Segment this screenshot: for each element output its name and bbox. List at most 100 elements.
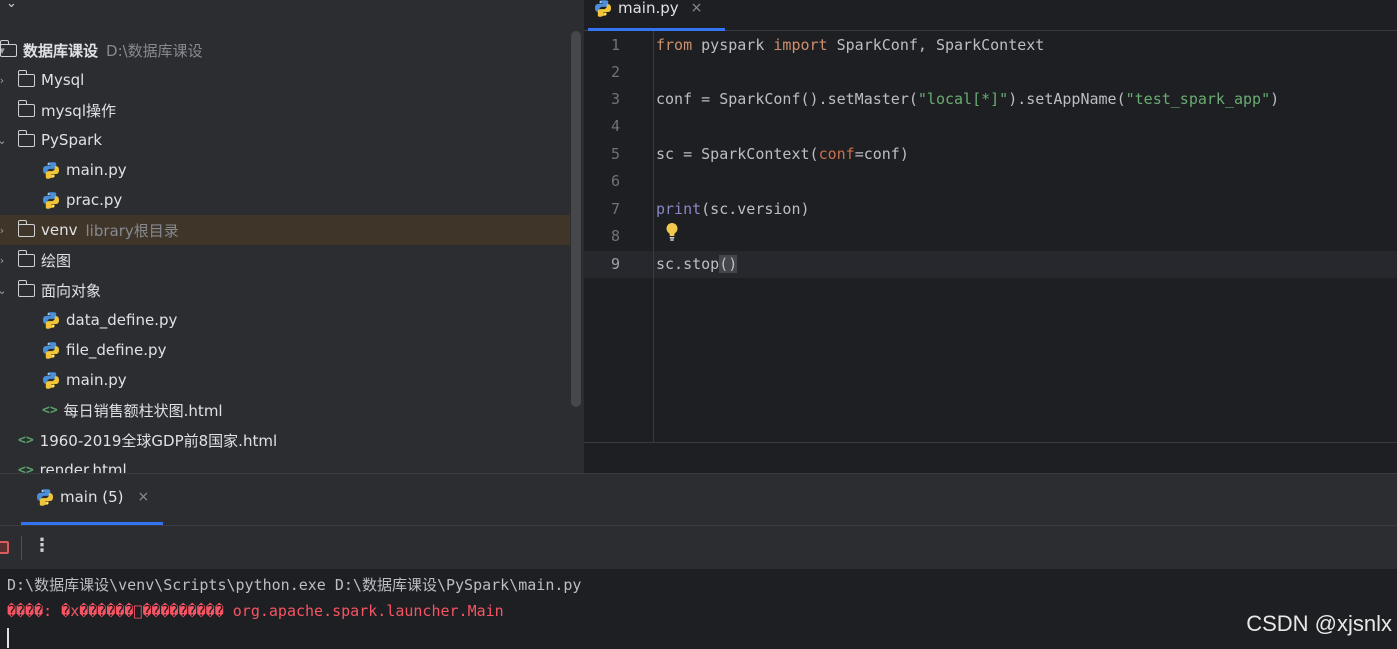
expand-arrow-icon[interactable]: › <box>0 74 7 87</box>
run-tab-main[interactable]: main (5) × <box>36 488 149 506</box>
run-tab-label: main (5) <box>60 488 124 506</box>
tree-item-label: 面向对象 <box>41 281 102 300</box>
tree-item-label: main.py <box>66 371 127 389</box>
code-text: sc = SparkContext(conf=conf) <box>656 145 909 163</box>
tree-item[interactable]: prac.py <box>0 185 570 215</box>
expand-arrow-icon[interactable]: › <box>0 254 7 267</box>
tree-item[interactable]: main.py <box>0 155 570 185</box>
python-file-icon <box>42 161 60 179</box>
tree-item-label: mysql操作 <box>41 101 116 120</box>
python-file-icon <box>42 341 60 359</box>
tree-item[interactable]: ▾ 数据库课设 D:\数据库课设 <box>0 35 570 65</box>
tree-item[interactable]: ⌄ 面向对象 <box>0 275 570 305</box>
line-number: 5 <box>610 145 620 163</box>
tree-item-label: 绘图 <box>41 251 72 270</box>
editor-footer <box>584 442 1397 474</box>
tree-item[interactable]: file_define.py <box>0 335 570 365</box>
python-run-icon <box>36 488 54 506</box>
lightbulb-icon[interactable] <box>665 222 679 242</box>
tree-item-label: 数据库课设 <box>23 41 99 60</box>
line-number: 4 <box>610 117 620 135</box>
tree-item-hint: D:\数据库课设 <box>106 41 203 60</box>
tree-item-label: main.py <box>66 161 127 179</box>
watermark: CSDN @xjsnlx <box>1246 611 1392 636</box>
run-panel: main (5) × ⋮ D:\数据库课设\venv\Scripts\pytho… <box>0 473 1397 649</box>
code-line[interactable]: 9 sc.stop() <box>584 251 1397 278</box>
code-line[interactable]: 2 <box>584 59 1397 86</box>
html-file-icon: <> <box>18 462 34 474</box>
tree-item[interactable]: mysql操作 <box>0 95 570 125</box>
editor-tab-main-py[interactable]: main.py × <box>594 0 702 23</box>
tree-item-label: prac.py <box>66 191 123 209</box>
tree-item-label: render.html <box>39 461 127 473</box>
line-number: 7 <box>610 200 620 218</box>
tree-item[interactable]: main.py <box>0 365 570 395</box>
line-number: 6 <box>610 172 620 190</box>
code-line[interactable]: 6 <box>584 168 1397 195</box>
line-number: 2 <box>610 63 620 81</box>
tree-item-label: Mysql <box>41 71 85 89</box>
tree-item[interactable]: › Mysql <box>0 65 570 95</box>
gutter-separator <box>653 31 654 442</box>
expand-arrow-icon[interactable]: ⌄ <box>0 134 7 147</box>
html-file-icon: <> <box>18 432 34 448</box>
line-number: 3 <box>610 90 620 108</box>
code-line[interactable]: 7 print(sc.version) <box>584 196 1397 223</box>
code-line[interactable]: 8 <box>584 223 1397 250</box>
html-file-icon: <> <box>42 402 58 418</box>
python-file-icon <box>42 311 60 329</box>
expand-arrow-icon[interactable]: ⌄ <box>0 284 7 297</box>
code-line[interactable]: 4 <box>584 113 1397 140</box>
tree-item[interactable]: <> 每日销售额柱状图.html <box>0 395 570 425</box>
tree-item-label: file_define.py <box>66 341 167 359</box>
more-options-icon[interactable]: ⋮ <box>33 535 51 556</box>
code-line[interactable]: 3 conf = SparkConf().setMaster("local[*]"… <box>584 86 1397 113</box>
run-tab-bar: main (5) × <box>0 474 1397 525</box>
tree-item[interactable]: <> 1960-2019全球GDP前8国家.html <box>0 425 570 455</box>
tree-item[interactable]: ⌄ PySpark <box>0 125 570 155</box>
console-output[interactable]: D:\数据库课设\venv\Scripts\python.exe D:\数据库课… <box>0 569 1397 649</box>
python-file-icon <box>42 191 60 209</box>
toolbar-separator <box>21 536 22 560</box>
tree-item[interactable]: data_define.py <box>0 305 570 335</box>
tree-item-hint: library根目录 <box>85 221 179 240</box>
line-number: 1 <box>610 36 620 54</box>
line-number: 9 <box>610 255 620 273</box>
folder-icon <box>17 279 35 297</box>
folder-icon <box>17 249 35 267</box>
active-tab-indicator <box>588 28 725 31</box>
tree-item-label: 每日销售额柱状图.html <box>63 401 223 420</box>
code-editor: main.py × 1 from pyspark import SparkConf… <box>584 0 1397 474</box>
console-command-line: D:\数据库课设\venv\Scripts\python.exe D:\数据库课… <box>7 576 582 594</box>
python-file-icon <box>42 371 60 389</box>
code-text: sc.stop() <box>656 255 738 273</box>
folder-icon <box>0 39 17 57</box>
project-scrollbar[interactable] <box>571 31 581 407</box>
folder-icon <box>17 99 35 117</box>
project-panel: ⌄ ▾ 数据库课设 D:\数据库课设 › Mysql mysql操作 ⌄ PySpark mai… <box>0 0 584 473</box>
stop-button[interactable] <box>0 541 9 554</box>
tree-item-label: data_define.py <box>66 311 178 329</box>
tree-item-label: PySpark <box>41 131 103 149</box>
tree-item[interactable]: › venv library根目录 <box>0 215 570 245</box>
folder-icon <box>17 69 35 87</box>
console-caret <box>7 628 9 648</box>
close-run-tab-icon[interactable]: × <box>138 489 150 505</box>
code-line[interactable]: 5 sc = SparkContext(conf=conf) <box>584 141 1397 168</box>
tree-item[interactable]: › 绘图 <box>0 245 570 275</box>
code-line[interactable]: 1 from pyspark import SparkConf, SparkCon… <box>584 32 1397 59</box>
tree-item[interactable]: <> render.html <box>0 455 570 473</box>
close-tab-icon[interactable]: × <box>691 0 703 16</box>
code-text: from pyspark import SparkConf, SparkCont… <box>656 36 1045 54</box>
editor-tab-label: main.py <box>618 0 679 17</box>
code-text: print(sc.version) <box>656 200 810 218</box>
folder-icon <box>17 219 35 237</box>
tree-item-label: venv <box>41 221 78 239</box>
run-toolbar: ⋮ <box>0 525 1397 570</box>
panel-collapse-chevron-icon[interactable]: ⌄ <box>6 0 17 11</box>
editor-tab-bar: main.py × <box>584 0 1397 31</box>
expand-arrow-icon[interactable]: › <box>0 224 7 237</box>
code-text: conf = SparkConf().setMaster("local[*]")… <box>656 90 1280 108</box>
python-file-icon <box>594 0 612 17</box>
line-number: 8 <box>610 227 620 245</box>
